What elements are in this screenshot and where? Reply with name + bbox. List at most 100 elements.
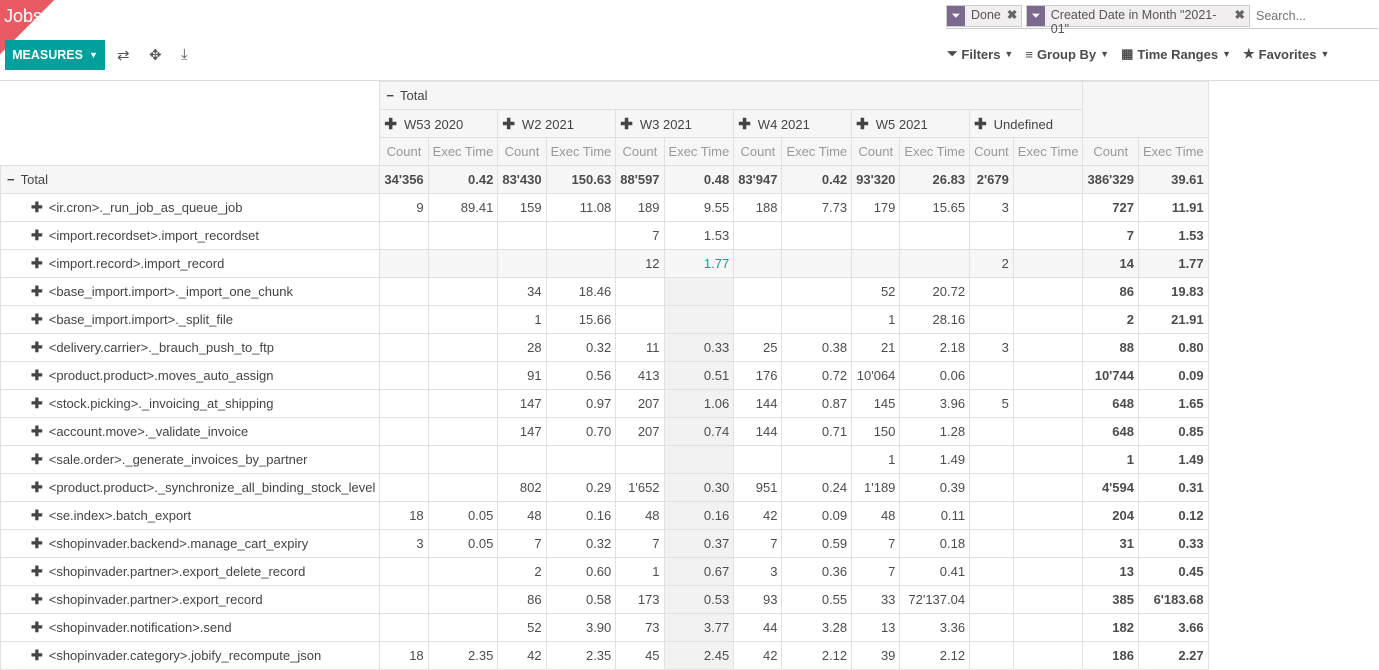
pivot-cell[interactable]: 1.28 [899, 417, 971, 446]
pivot-cell[interactable] [427, 249, 499, 278]
pivot-cell[interactable]: 15.66 [545, 305, 617, 334]
pivot-cell[interactable] [663, 277, 735, 306]
pivot-cell[interactable]: 3.36 [899, 613, 971, 642]
pivot-cell[interactable]: 1 [851, 445, 901, 474]
pivot-cell[interactable]: 28 [497, 333, 547, 362]
pivot-cell[interactable]: 2.12 [781, 641, 853, 670]
pivot-cell[interactable]: 147 [497, 389, 547, 418]
pivot-cell[interactable]: 0.32 [545, 529, 617, 558]
row-header[interactable]: ✚ <sale.order>._generate_invoices_by_part… [0, 445, 381, 474]
pivot-cell[interactable] [781, 249, 853, 278]
row-header[interactable]: ✚ <delivery.carrier>._brauch_push_to_ftp [0, 333, 381, 362]
pivot-cell[interactable] [615, 305, 665, 334]
download-icon[interactable]: ⤓ [181, 46, 188, 63]
pivot-cell[interactable]: 7 [497, 529, 547, 558]
pivot-cell[interactable]: 2.18 [899, 333, 971, 362]
pivot-cell[interactable] [379, 445, 429, 474]
pivot-cell[interactable]: 42 [497, 641, 547, 670]
pivot-cell[interactable]: 0.42 [427, 165, 499, 194]
pivot-cell[interactable]: 0.85 [1137, 417, 1209, 446]
pivot-cell[interactable]: 0.38 [781, 333, 853, 362]
pivot-cell[interactable] [733, 221, 783, 250]
pivot-cell[interactable] [1012, 641, 1084, 670]
pivot-cell[interactable]: 2.12 [899, 641, 971, 670]
pivot-cell[interactable] [733, 305, 783, 334]
pivot-cell[interactable] [663, 445, 735, 474]
pivot-cell[interactable]: 45 [615, 641, 665, 670]
row-header[interactable]: ✚ <shopinvader.partner>.export_delete_rec… [0, 557, 381, 586]
pivot-cell[interactable]: 1.53 [1137, 221, 1209, 250]
pivot-cell[interactable]: 1.77 [1137, 249, 1209, 278]
pivot-cell[interactable]: 2.27 [1137, 641, 1209, 670]
pivot-cell[interactable] [497, 249, 547, 278]
pivot-cell[interactable] [1012, 305, 1084, 334]
pivot-cell[interactable]: 34 [497, 277, 547, 306]
pivot-cell[interactable] [427, 473, 499, 502]
pivot-cell[interactable] [427, 305, 499, 334]
pivot-cell[interactable]: 0.70 [545, 417, 617, 446]
pivot-cell[interactable]: 0.36 [781, 557, 853, 586]
pivot-cell[interactable]: 48 [615, 501, 665, 530]
pivot-cell[interactable]: 3.66 [1137, 613, 1209, 642]
pivot-cell[interactable] [379, 221, 429, 250]
pivot-cell[interactable]: 0.51 [663, 361, 735, 390]
pivot-cell[interactable] [379, 585, 429, 614]
pivot-cell[interactable] [969, 501, 1014, 530]
pivot-cell[interactable]: 150 [851, 417, 901, 446]
pivot-cell[interactable] [969, 529, 1014, 558]
pivot-cell[interactable] [969, 641, 1014, 670]
pivot-cell[interactable]: 207 [615, 389, 665, 418]
pivot-cell[interactable]: 34'356 [379, 165, 429, 194]
pivot-cell[interactable] [615, 445, 665, 474]
pivot-cell[interactable]: 0.41 [899, 557, 971, 586]
row-header[interactable]: ✚ <product.product>._synchronize_all_bind… [0, 473, 381, 502]
pivot-cell[interactable] [427, 417, 499, 446]
favorites-dropdown[interactable]: ★ Favorites ▼ [1243, 46, 1329, 62]
pivot-cell[interactable]: 0.87 [781, 389, 853, 418]
pivot-cell[interactable]: 52 [497, 613, 547, 642]
pivot-cell[interactable]: 88'597 [615, 165, 665, 194]
pivot-cell[interactable]: 2 [1082, 305, 1139, 334]
pivot-cell[interactable]: 14 [1082, 249, 1139, 278]
pivot-cell[interactable]: 42 [733, 501, 783, 530]
pivot-cell[interactable] [969, 221, 1014, 250]
pivot-cell[interactable]: 10'064 [851, 361, 901, 390]
pivot-cell[interactable]: 83'947 [733, 165, 783, 194]
pivot-cell[interactable] [1012, 249, 1084, 278]
pivot-cell[interactable]: 0.09 [781, 501, 853, 530]
pivot-cell[interactable]: 2.35 [427, 641, 499, 670]
pivot-cell[interactable]: 12 [615, 249, 665, 278]
pivot-cell[interactable]: 0.16 [545, 501, 617, 530]
pivot-cell[interactable] [1012, 193, 1084, 222]
pivot-cell[interactable]: 39 [851, 641, 901, 670]
pivot-cell[interactable]: 0.33 [663, 333, 735, 362]
pivot-cell[interactable]: 0.09 [1137, 361, 1209, 390]
pivot-cell[interactable]: 188 [733, 193, 783, 222]
pivot-cell[interactable]: 18 [379, 641, 429, 670]
pivot-cell[interactable]: 179 [851, 193, 901, 222]
pivot-cell[interactable]: 7 [851, 557, 901, 586]
pivot-cell[interactable] [545, 249, 617, 278]
row-header[interactable]: ✚ <import.record>.import_record [0, 249, 381, 278]
pivot-cell[interactable]: 19.83 [1137, 277, 1209, 306]
pivot-cell[interactable] [969, 585, 1014, 614]
pivot-cell[interactable]: 2.45 [663, 641, 735, 670]
pivot-cell[interactable] [1012, 361, 1084, 390]
pivot-cell[interactable]: 3 [969, 333, 1014, 362]
measure-header[interactable]: Count [851, 137, 901, 166]
pivot-cell[interactable]: 0.45 [1137, 557, 1209, 586]
pivot-cell[interactable] [899, 221, 971, 250]
pivot-cell[interactable]: 52 [851, 277, 901, 306]
pivot-cell[interactable] [427, 361, 499, 390]
pivot-cell[interactable]: 0.42 [781, 165, 853, 194]
pivot-cell[interactable]: 802 [497, 473, 547, 502]
pivot-cell[interactable]: 86 [497, 585, 547, 614]
pivot-cell[interactable]: 0.56 [545, 361, 617, 390]
pivot-cell[interactable]: 5 [969, 389, 1014, 418]
timeranges-dropdown[interactable]: ▦ Time Ranges ▼ [1121, 46, 1231, 62]
pivot-cell[interactable] [379, 333, 429, 362]
pivot-cell[interactable]: 11.08 [545, 193, 617, 222]
pivot-cell[interactable]: 1 [851, 305, 901, 334]
pivot-cell[interactable]: 0.37 [663, 529, 735, 558]
pivot-cell[interactable] [545, 221, 617, 250]
